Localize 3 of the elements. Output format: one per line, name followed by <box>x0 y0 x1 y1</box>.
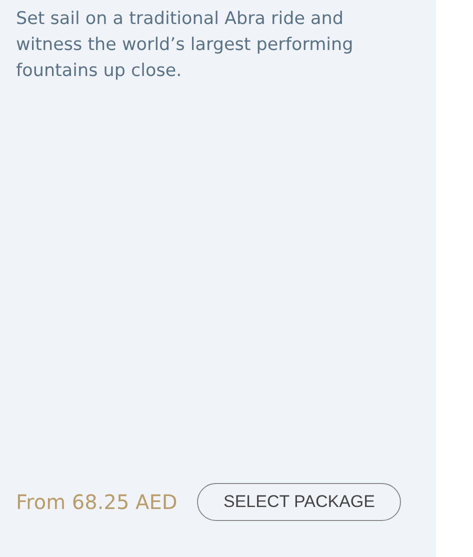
package-description: Set sail on a traditional Abra ride and witness the world’s largest performing fountains up close. <box>16 8 354 83</box>
package-price: From 68.25 AED <box>16 490 178 514</box>
select-package-button[interactable]: SELECT PACKAGE <box>197 483 402 521</box>
